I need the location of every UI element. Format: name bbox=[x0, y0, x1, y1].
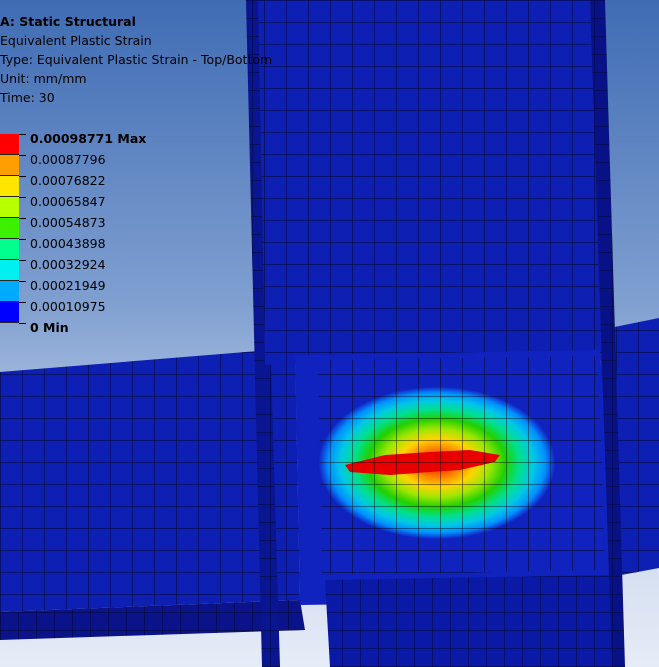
strain-hotspot[interactable] bbox=[318, 356, 605, 575]
legend-swatch bbox=[0, 260, 19, 281]
graphics-viewport[interactable]: A: Static Structural Equivalent Plastic … bbox=[0, 0, 659, 667]
legend-tick bbox=[19, 281, 26, 282]
legend-level-label: 0.00065847 bbox=[30, 194, 106, 209]
legend-swatch bbox=[0, 239, 19, 260]
legend-swatch bbox=[0, 302, 19, 323]
analysis-title: A: Static Structural bbox=[0, 14, 136, 29]
legend-level-label: 0.00032924 bbox=[30, 257, 106, 272]
result-type: Type: Equivalent Plastic Strain - Top/Bo… bbox=[0, 52, 273, 67]
legend-min-label: 0 Min bbox=[30, 320, 69, 335]
result-unit: Unit: mm/mm bbox=[0, 71, 87, 86]
legend-level-label: 0.00021949 bbox=[30, 278, 106, 293]
legend-swatch bbox=[0, 218, 19, 239]
legend-tick bbox=[19, 260, 26, 261]
legend-tick bbox=[19, 134, 26, 135]
legend-tick bbox=[19, 323, 26, 324]
legend-tick bbox=[19, 197, 26, 198]
legend-tick bbox=[19, 239, 26, 240]
legend-swatch bbox=[0, 176, 19, 197]
result-time: Time: 30 bbox=[0, 90, 55, 105]
legend-tick bbox=[19, 155, 26, 156]
legend-swatch bbox=[0, 155, 19, 176]
legend-tick bbox=[19, 176, 26, 177]
legend-swatch bbox=[0, 281, 19, 302]
result-info-panel: A: Static Structural Equivalent Plastic … bbox=[0, 12, 272, 107]
legend-swatch bbox=[0, 134, 19, 155]
legend-max-label: 0.00098771 Max bbox=[30, 131, 147, 146]
legend-swatch bbox=[0, 197, 19, 218]
legend-level-label: 0.00043898 bbox=[30, 236, 106, 251]
legend-level-label: 0.00087796 bbox=[30, 152, 106, 167]
legend-level-label: 0.00076822 bbox=[30, 173, 106, 188]
legend-tick bbox=[19, 218, 26, 219]
legend-level-label: 0.00010975 bbox=[30, 299, 106, 314]
legend-tick bbox=[19, 302, 26, 303]
result-name: Equivalent Plastic Strain bbox=[0, 33, 152, 48]
legend-row: 0 Min bbox=[0, 320, 200, 344]
legend-level-label: 0.00054873 bbox=[30, 215, 106, 230]
